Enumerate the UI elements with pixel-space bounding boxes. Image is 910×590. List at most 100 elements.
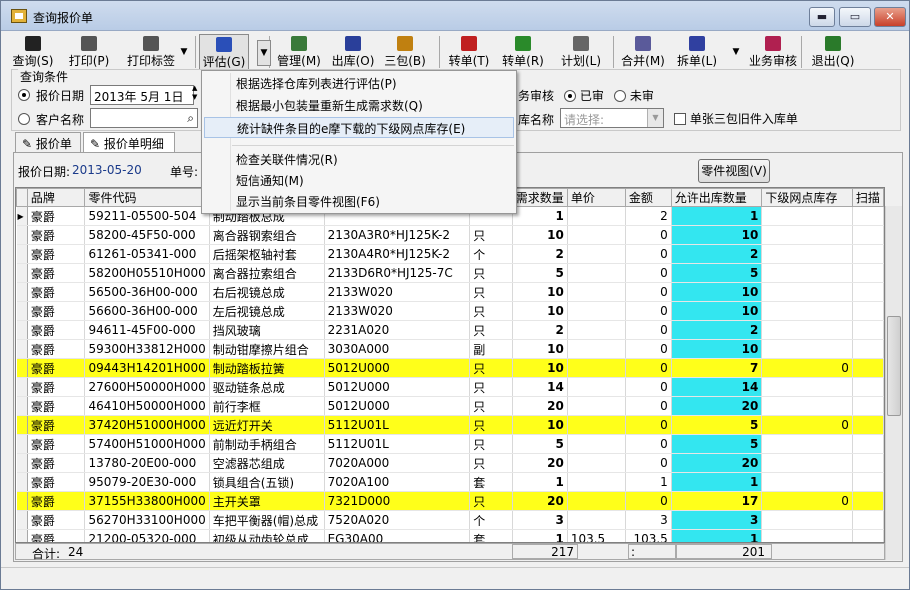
- split-button[interactable]: 拆单(L): [673, 34, 721, 70]
- cell-stock[interactable]: [761, 434, 853, 454]
- cell-amount[interactable]: 0: [625, 282, 672, 302]
- customer-radio[interactable]: [18, 112, 30, 126]
- cell-name[interactable]: 初级从动齿轮总成: [209, 529, 325, 542]
- cell-qty[interactable]: 2: [512, 320, 568, 340]
- cell-allow[interactable]: 7: [671, 358, 763, 378]
- header-col-scan[interactable]: 扫描: [851, 188, 884, 207]
- cell-scan[interactable]: [852, 263, 884, 283]
- print-label-button[interactable]: 打印标签: [117, 34, 185, 70]
- cell-spec[interactable]: 5012U000: [324, 358, 471, 378]
- cell-allow[interactable]: 20: [671, 396, 763, 416]
- cell-price[interactable]: 103.5: [567, 529, 626, 542]
- cell-scan[interactable]: [852, 206, 884, 226]
- cell-scan[interactable]: [852, 396, 884, 416]
- cell-spec[interactable]: 2231A020: [324, 320, 471, 340]
- maximize-button[interactable]: ▭: [839, 7, 871, 27]
- date-spinner[interactable]: ▲ ▼: [192, 84, 197, 102]
- cell-price[interactable]: [567, 320, 626, 340]
- cell-allow[interactable]: 10: [671, 282, 763, 302]
- cell-qty[interactable]: 20: [512, 491, 568, 511]
- cell-spec[interactable]: 2130A3R0*HJ125K-2: [324, 225, 471, 245]
- cell-amount[interactable]: 103.5: [625, 529, 672, 542]
- cell-code[interactable]: 13780-20E00-000: [84, 453, 210, 473]
- cell-code[interactable]: 56270H33100H000: [84, 510, 210, 530]
- cell-brand[interactable]: 豪爵: [27, 244, 86, 264]
- cell-stock[interactable]: 0: [761, 415, 853, 435]
- cell-allow[interactable]: 2: [671, 320, 763, 340]
- chevron-down-icon[interactable]: ▼: [647, 109, 663, 127]
- cell-scan[interactable]: [852, 358, 884, 378]
- header-col-downstream-stock[interactable]: 下级网点库存: [761, 188, 853, 207]
- cell-unit[interactable]: 只: [469, 301, 513, 321]
- single-warranty-checkbox[interactable]: 单张三包旧件入库单: [674, 110, 798, 127]
- cell-scan[interactable]: [852, 320, 884, 340]
- tab-quote[interactable]: ✎ 报价单: [15, 132, 81, 153]
- menu-item-stat-downstream-stock[interactable]: 统计缺件条目的e摩下载的下级网点库存(E): [204, 117, 514, 138]
- cell-stock[interactable]: [761, 453, 853, 473]
- split-dropdown-arrow[interactable]: ▼: [729, 40, 743, 66]
- cell-scan[interactable]: [852, 434, 884, 454]
- manage-button[interactable]: 管理(M): [275, 34, 323, 70]
- cell-name[interactable]: 后摇架枢轴衬套: [209, 244, 325, 264]
- cell-qty[interactable]: 2: [512, 244, 568, 264]
- cell-brand[interactable]: 豪爵: [27, 377, 86, 397]
- cell-allow[interactable]: 17: [671, 491, 763, 511]
- menu-item-evaluate-by-warehouse[interactable]: 根据选择仓库列表进行评估(P): [204, 73, 514, 94]
- cell-price[interactable]: [567, 358, 626, 378]
- menu-item-check-related-parts[interactable]: 检查关联件情况(R): [204, 149, 514, 170]
- cell-brand[interactable]: 豪爵: [27, 206, 86, 226]
- cell-name[interactable]: 远近灯开关: [209, 415, 325, 435]
- cell-spec[interactable]: 7020A100: [324, 472, 471, 492]
- cell-code[interactable]: 95079-20E30-000: [84, 472, 210, 492]
- business-audit-button[interactable]: 业务审核: [743, 34, 803, 70]
- table-row[interactable]: 豪爵 94611-45F00-000 挡风玻璃 2231A020 只 2 0 2: [16, 320, 884, 340]
- cell-qty[interactable]: 10: [512, 225, 568, 245]
- table-row[interactable]: 豪爵 46410H50000H000 前行李框 5012U000 只 20 0 20: [16, 396, 884, 416]
- cell-code[interactable]: 61261-05341-000: [84, 244, 210, 264]
- cell-unit[interactable]: 只: [469, 358, 513, 378]
- table-row[interactable]: 豪爵 58200-45F50-000 离合器钢索组合 2130A3R0*HJ125K-…: [16, 225, 884, 245]
- menu-item-regenerate-demand[interactable]: 根据最小包装量重新生成需求数(Q): [204, 95, 514, 116]
- cell-allow[interactable]: 10: [671, 339, 763, 359]
- cell-name[interactable]: 驱动链条总成: [209, 377, 325, 397]
- cell-brand[interactable]: 豪爵: [27, 472, 86, 492]
- table-row[interactable]: 豪爵 37420H51000H000 远近灯开关 5112U01L 只 10 0 5 0: [16, 415, 884, 435]
- date-radio[interactable]: [18, 88, 30, 102]
- cell-stock[interactable]: 0: [761, 491, 853, 511]
- cell-scan[interactable]: [852, 529, 884, 542]
- cell-name[interactable]: 主开关罩: [209, 491, 325, 511]
- table-row[interactable]: 豪爵 21200-05320-000 初级从动齿轮总成 EG30A00 套 1 103.5 1…: [16, 529, 884, 542]
- scrollbar-thumb[interactable]: [887, 316, 901, 416]
- warehouse-out-button[interactable]: 出库(O): [329, 34, 377, 70]
- cell-brand[interactable]: 豪爵: [27, 396, 86, 416]
- cell-spec[interactable]: 2133W020: [324, 301, 471, 321]
- cell-amount[interactable]: 1: [625, 472, 672, 492]
- cell-unit[interactable]: 个: [469, 244, 513, 264]
- cell-code[interactable]: 59211-05500-504: [84, 206, 210, 226]
- cell-qty[interactable]: 5: [512, 263, 568, 283]
- cell-price[interactable]: [567, 206, 626, 226]
- cell-qty[interactable]: 14: [512, 377, 568, 397]
- cell-scan[interactable]: [852, 225, 884, 245]
- cell-stock[interactable]: [761, 244, 853, 264]
- warehouse-select[interactable]: 请选择: ▼: [560, 108, 664, 128]
- cell-spec[interactable]: 5012U000: [324, 377, 471, 397]
- cell-stock[interactable]: [761, 339, 853, 359]
- cell-price[interactable]: [567, 453, 626, 473]
- cell-amount[interactable]: 0: [625, 415, 672, 435]
- cell-allow[interactable]: 1: [671, 206, 763, 226]
- cell-amount[interactable]: 0: [625, 396, 672, 416]
- search-icon[interactable]: ⌕: [187, 111, 194, 126]
- cell-stock[interactable]: [761, 320, 853, 340]
- audit-done-radio[interactable]: 已审: [564, 87, 604, 104]
- cell-name[interactable]: 右后视镜总成: [209, 282, 325, 302]
- cell-spec[interactable]: 3030A000: [324, 339, 471, 359]
- cell-unit[interactable]: 只: [469, 377, 513, 397]
- part-view-button[interactable]: 零件视图(V): [698, 159, 770, 183]
- cell-brand[interactable]: 豪爵: [27, 358, 86, 378]
- cell-name[interactable]: 左后视镜总成: [209, 301, 325, 321]
- cell-unit[interactable]: 个: [469, 510, 513, 530]
- cell-code[interactable]: 46410H50000H000: [84, 396, 210, 416]
- cell-code[interactable]: 56600-36H00-000: [84, 301, 210, 321]
- cell-name[interactable]: 离合器钢索组合: [209, 225, 325, 245]
